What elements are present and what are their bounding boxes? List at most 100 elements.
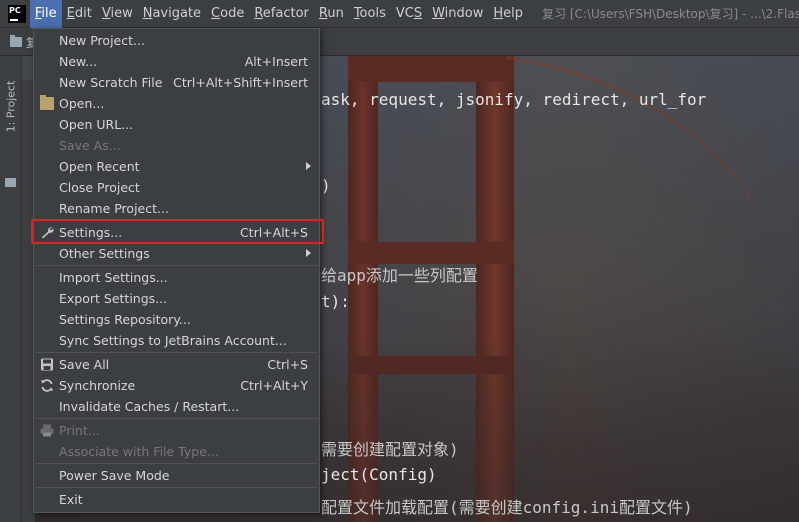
code-line: t): xyxy=(321,292,350,311)
submenu-arrow-icon xyxy=(306,162,311,170)
menu-window-mnemonic: W xyxy=(432,5,445,21)
menu-code[interactable]: Code xyxy=(206,0,249,28)
menu-item-new[interactable]: New... Alt+Insert xyxy=(34,51,319,72)
menu-item-label: Exit xyxy=(59,492,83,507)
menu-navigate-mnemonic: N xyxy=(142,5,153,21)
menu-item-print: Print... xyxy=(34,420,319,441)
menu-item-save-all[interactable]: Save All Ctrl+S xyxy=(34,354,319,375)
menu-item-exit[interactable]: Exit xyxy=(34,489,319,510)
project-tab-label: 1: Project xyxy=(4,80,18,132)
menu-item-power-save-mode[interactable]: Power Save Mode xyxy=(34,465,319,486)
menu-item-label: Open... xyxy=(59,96,105,111)
menu-item-label: Settings Repository... xyxy=(59,312,191,327)
menu-refactor[interactable]: Refactor xyxy=(249,0,314,28)
open-folder-icon xyxy=(40,95,54,110)
print-icon xyxy=(40,424,54,437)
menu-refactor-mnemonic: R xyxy=(254,5,263,21)
pycharm-logo-icon: PC xyxy=(8,4,26,23)
menu-item-sync-settings[interactable]: Sync Settings to JetBrains Account... xyxy=(34,330,319,351)
menu-navigate-rest: avigate xyxy=(152,5,202,21)
menu-navigate[interactable]: Navigate xyxy=(138,0,206,28)
menu-item-label: New... xyxy=(59,54,98,69)
menu-separator xyxy=(35,352,318,353)
menu-help-mnemonic: H xyxy=(493,5,504,21)
menu-item-label: Rename Project... xyxy=(59,201,169,216)
folder-icon xyxy=(10,35,22,47)
menu-item-save-as: Save As... xyxy=(34,135,319,156)
menu-separator xyxy=(35,487,318,488)
settings-highlight-annotation xyxy=(31,219,324,244)
code-line: ) xyxy=(321,176,331,195)
menu-item-associate-file-type: Associate with File Type... xyxy=(34,441,319,462)
file-menu-dropdown: New Project... New... Alt+Insert New Scra… xyxy=(33,28,320,513)
menu-run-rest: un xyxy=(327,5,344,21)
menu-item-label: Invalidate Caches / Restart... xyxy=(59,399,240,414)
menu-item-open-url[interactable]: Open URL... xyxy=(34,114,319,135)
menu-item-shortcut: Ctrl+S xyxy=(267,357,308,372)
menu-item-other-settings[interactable]: Other Settings xyxy=(34,243,319,264)
code-comment-line: 给app添加一些列配置 xyxy=(321,266,478,285)
menu-item-label: Other Settings xyxy=(59,246,150,261)
menu-item-label: Synchronize xyxy=(59,378,136,393)
menu-item-open[interactable]: Open... xyxy=(34,93,319,114)
menu-file-rest: ile xyxy=(41,5,57,21)
menu-file[interactable]: File xyxy=(29,0,62,28)
menu-item-label: New Project... xyxy=(59,33,145,48)
sync-icon xyxy=(40,379,54,392)
menu-item-label: Power Save Mode xyxy=(59,468,170,483)
menu-edit-rest: dit xyxy=(74,5,92,21)
menu-code-rest: ode xyxy=(220,5,245,21)
menu-tools[interactable]: Tools xyxy=(349,0,391,28)
menu-item-shortcut: Alt+Insert xyxy=(244,54,308,69)
menu-help-rest: elp xyxy=(503,5,524,21)
menu-item-label: Open URL... xyxy=(59,117,134,132)
menu-edit-mnemonic: E xyxy=(66,5,75,21)
code-comment-line: 配置文件加载配置(需要创建config.ini配置文件) xyxy=(321,498,693,517)
save-icon xyxy=(40,358,54,371)
menu-window[interactable]: Window xyxy=(427,0,488,28)
menu-item-synchronize[interactable]: Synchronize Ctrl+Alt+Y xyxy=(34,375,319,396)
menu-view[interactable]: View xyxy=(97,0,138,28)
menu-vcs[interactable]: VCS xyxy=(391,0,427,28)
menu-code-mnemonic: C xyxy=(211,5,221,21)
menu-separator xyxy=(35,463,318,464)
menu-item-label: Associate with File Type... xyxy=(59,444,219,459)
menu-item-export-settings[interactable]: Export Settings... xyxy=(34,288,319,309)
menu-window-rest: indow xyxy=(444,5,484,21)
menu-item-new-project[interactable]: New Project... xyxy=(34,30,319,51)
menu-item-label: Save All xyxy=(59,357,110,372)
menu-bar: PC File Edit View Navigate Code Refactor… xyxy=(0,0,799,28)
menu-item-shortcut: Ctrl+Alt+Shift+Insert xyxy=(173,75,308,90)
menu-item-label: Sync Settings to JetBrains Account... xyxy=(59,333,287,348)
menu-tools-rest: ools xyxy=(359,5,386,21)
menu-item-open-recent[interactable]: Open Recent xyxy=(34,156,319,177)
logo-text: PC xyxy=(9,5,21,15)
menu-view-rest: iew xyxy=(110,5,133,21)
code-line: ject(Config) xyxy=(321,465,437,484)
menu-item-close-project[interactable]: Close Project xyxy=(34,177,319,198)
menu-help[interactable]: Help xyxy=(488,0,528,28)
project-tool-tab[interactable]: 1: Project xyxy=(2,64,20,148)
tool-window-strip: 1: Project xyxy=(0,56,22,522)
menu-item-shortcut: Ctrl+Alt+Y xyxy=(240,378,308,393)
submenu-arrow-icon xyxy=(306,249,311,257)
menu-edit[interactable]: Edit xyxy=(62,0,97,28)
menu-vcs-rest: VC xyxy=(395,5,414,21)
menu-item-new-scratch-file[interactable]: New Scratch File Ctrl+Alt+Shift+Insert xyxy=(34,72,319,93)
menu-item-label: Export Settings... xyxy=(59,291,168,306)
menu-run[interactable]: Run xyxy=(314,0,349,28)
bridge-beam xyxy=(348,56,514,82)
menu-vcs-mnemonic: S xyxy=(413,5,423,21)
code-line: ask, request, jsonify, redirect, url_for xyxy=(321,90,707,109)
code-comment-line: 需要创建配置对象) xyxy=(321,440,459,459)
menu-item-label: New Scratch File xyxy=(59,75,163,90)
window-title: 复习 [C:\Users\FSH\Desktop\复习] - ...\2.Fla… xyxy=(542,7,799,21)
menu-separator xyxy=(35,265,318,266)
menu-item-rename-project[interactable]: Rename Project... xyxy=(34,198,319,219)
menu-item-label: Open Recent xyxy=(59,159,140,174)
menu-refactor-rest: efactor xyxy=(262,5,309,21)
menu-item-invalidate-caches[interactable]: Invalidate Caches / Restart... xyxy=(34,396,319,417)
menu-item-settings-repository[interactable]: Settings Repository... xyxy=(34,309,319,330)
folder-icon xyxy=(5,178,16,187)
menu-item-import-settings[interactable]: Import Settings... xyxy=(34,267,319,288)
